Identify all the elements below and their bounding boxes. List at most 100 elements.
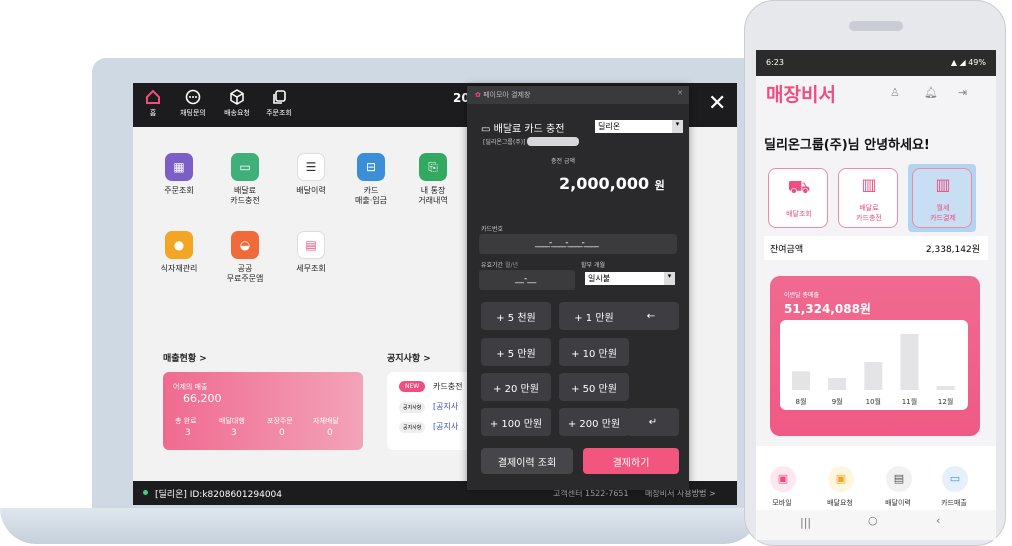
app-order-lookup[interactable]: ▦ 주문조회 (151, 153, 207, 196)
card-number-input[interactable]: ____-____-____-____ (479, 234, 677, 254)
company-select[interactable]: 딜리온 ▾ (595, 120, 683, 133)
app-delivery-history[interactable]: ☰ 배달이력 (283, 153, 339, 196)
sales-col-label: 배달대행 (219, 417, 245, 425)
installment-label: 할부 개월 (581, 262, 605, 269)
toolbar-delivery[interactable]: 배송요청 (219, 89, 255, 118)
key-enter[interactable]: ↵ (627, 408, 679, 436)
key-200k[interactable]: + 20 만원 (481, 373, 551, 401)
amount-number: 2,000,000 (559, 174, 650, 193)
toolbar-order[interactable]: 주문조회 (261, 89, 297, 118)
copy-icon (273, 90, 286, 104)
chart-bar (936, 386, 955, 390)
expiry-label-text: 유효기간 (481, 262, 504, 269)
new-badge: NEW (399, 381, 426, 392)
chart-bar (792, 371, 810, 390)
popup-close-icon[interactable]: ✕ (677, 89, 683, 97)
installment-select[interactable]: 일시불 ▾ (585, 272, 675, 285)
recent-apps-icon[interactable]: ||| (800, 516, 811, 529)
menu-label: 월세 카드결제 (930, 204, 956, 222)
app-label: 카드 매출·입금 (355, 186, 387, 205)
expiry-input[interactable]: __-__ (479, 270, 575, 290)
app-card-sales[interactable]: ⊟ 카드 매출·입금 (343, 153, 399, 206)
nav-label: 배달이력 (885, 499, 911, 507)
chevron-down-icon: ▾ (672, 120, 683, 133)
popup-titlebar: ✿ 페이모아 결제창 ✕ (467, 86, 689, 104)
key-100k[interactable]: + 10 만원 (559, 338, 629, 366)
bar-chart: 8월 9월 10월 11월 12월 (792, 334, 955, 406)
box-icon (230, 89, 244, 105)
battery-value: 49% (968, 58, 986, 67)
key-500k[interactable]: + 50 만원 (559, 373, 629, 401)
expiry-mask: __-__ (515, 274, 537, 284)
back-icon[interactable]: ‹ (936, 514, 940, 527)
app-bank-history[interactable]: ⎘ 내 통장 거래내역 (405, 153, 461, 206)
card-icon: ▭ (231, 153, 259, 181)
history-button[interactable]: 결제이력 조회 (481, 448, 573, 474)
notice-item[interactable]: 카드충전 (433, 381, 462, 392)
yesterday-value: 66,200 (183, 392, 222, 405)
chart-bar (828, 378, 847, 390)
toolbar-order-label: 주문조회 (266, 109, 292, 117)
phone-time: 6:23 (766, 58, 784, 67)
paymoa-icon: ✿ (475, 91, 484, 99)
key-1m[interactable]: + 100 만원 (481, 408, 551, 436)
nav-label: 모바일 (772, 499, 792, 507)
receipt-icon: ⊟ (357, 153, 385, 181)
order-lookup-icon: ▦ (165, 153, 193, 181)
key-2m[interactable]: + 200 만원 (559, 408, 629, 436)
key-5k[interactable]: + 5 천원 (481, 302, 551, 330)
mobile-icon[interactable]: ▣ (770, 466, 796, 492)
bottom-menu: ▣ ▣ ▤ ▭ 모바일 배달요청 배달이력 카드매출 (756, 446, 996, 518)
notice-badge: 공지사항 (399, 402, 426, 413)
menu-rent-highlight[interactable]: ▥ 월세 카드결제 (908, 164, 976, 232)
chart-area: 8월 9월 10월 11월 12월 (780, 320, 968, 410)
menu-delivery-lookup[interactable]: ⛟ 배달조회 (768, 168, 828, 228)
sales-section-title[interactable]: 매출현황 > (163, 351, 207, 364)
tax-icon: ▤ (297, 231, 325, 259)
online-dot (143, 490, 148, 495)
app-label: 세무조회 (296, 264, 326, 273)
app-tax[interactable]: ▤ 세무조회 (283, 231, 339, 274)
key-50k[interactable]: + 5 만원 (481, 338, 551, 366)
home-button-icon[interactable]: ○ (868, 514, 878, 527)
bell-icon[interactable]: 🔔︎ (924, 86, 938, 99)
app-label: 주문조회 (164, 186, 194, 195)
chart-label: 이번달 총매출 (784, 292, 820, 299)
close-icon[interactable]: ✕ (708, 91, 726, 116)
sales-chart-card[interactable]: 이번달 총매출 51,324,088원 8월 9월 10월 11월 12월 (770, 276, 980, 436)
laptop-base (0, 508, 760, 544)
list-icon: ☰ (297, 153, 325, 181)
app-delivery-charge[interactable]: ▭ 배달료 카드충전 (217, 153, 273, 206)
app-public-order[interactable]: ◒ 공공 무료주문앱 (217, 231, 273, 284)
notice-item[interactable]: [공지사 (433, 401, 458, 412)
toolbar-home[interactable]: 홈 (135, 89, 171, 118)
amount-value: 2,000,000 원 (559, 174, 665, 193)
chart-bar (864, 362, 883, 390)
sales-card[interactable]: 어제의 매출 66,200 총 완료 배달대행 포장주문 자체배달 3 3 0 … (163, 372, 363, 450)
toolbar-delivery-label: 배송요청 (224, 109, 250, 117)
key-10k[interactable]: + 1 만원 (559, 302, 629, 330)
charge-heading: ▭ 배달료 카드 충전 (481, 120, 564, 135)
yesterday-label: 어제의 매출 (173, 383, 208, 391)
menu-delivery-charge[interactable]: ▥ 배달료 카드충전 (838, 168, 898, 228)
menu-rent-payment[interactable]: ▥ 월세 카드결제 (912, 168, 972, 228)
user-icon[interactable]: ♙ (890, 86, 900, 99)
request-icon[interactable]: ▣ (828, 466, 854, 492)
notice-item[interactable]: [공지사 (433, 421, 458, 432)
key-backspace[interactable]: ← (623, 302, 679, 330)
app-label: 공공 무료주문앱 (226, 264, 264, 283)
pay-button[interactable]: 결제하기 (583, 448, 679, 474)
phone-battery: ▲ ◢ 49% (950, 58, 986, 67)
notice-badge: 공지사항 (399, 422, 426, 433)
app-ingredients[interactable]: ● 식자재관리 (151, 231, 207, 274)
apple-icon: ● (165, 231, 193, 259)
history-icon[interactable]: ▤ (886, 466, 912, 492)
sales-col-label: 포장주문 (267, 417, 293, 425)
logout-icon[interactable]: ⇥ (958, 86, 967, 99)
chevron-down-icon: ▾ (664, 272, 675, 285)
card-mask: ____-____-____-____ (535, 238, 599, 248)
notice-section-title[interactable]: 공지사항 > (387, 351, 431, 364)
toolbar-chat[interactable]: 채팅문의 (175, 89, 211, 118)
card-sales-icon[interactable]: ▭ (942, 466, 968, 492)
app-label: 배달이력 (296, 186, 326, 195)
